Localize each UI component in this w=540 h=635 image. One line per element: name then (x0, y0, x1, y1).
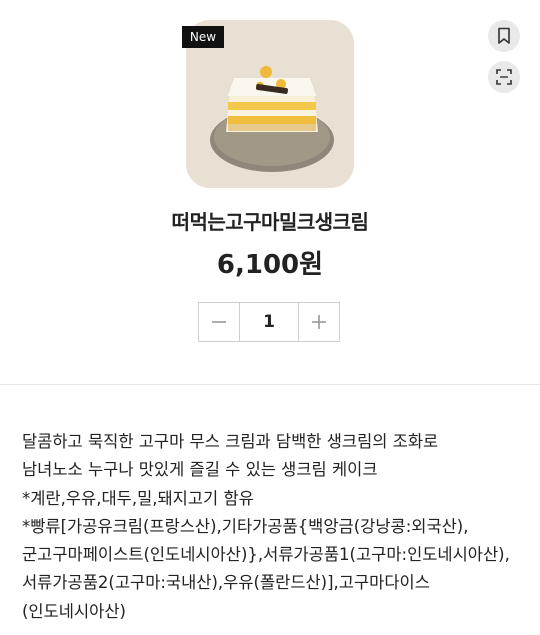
quantity-value[interactable]: 1 (239, 303, 299, 341)
product-title: 떠먹는고구마밀크생크림 (171, 210, 369, 234)
product-description: 달콤하고 묵직한 고구마 무스 크림과 담백한 생크림의 조화로 남녀노소 누구… (22, 428, 522, 626)
description-line: (인도네시아산) (22, 601, 126, 621)
plus-icon (312, 315, 326, 329)
description-line: *계란,우유,대두,밀,돼지고기 함유 (22, 488, 254, 508)
product-price: 6,100원 (216, 250, 324, 280)
description-line: 서류가공품2(고구마:국내산),우유(폴란드산)],고구마다이스 (22, 573, 430, 593)
section-divider (0, 384, 540, 385)
bookmark-icon (498, 27, 510, 44)
minus-icon (212, 321, 226, 323)
description-line: 군고구마페이스트(인도네시아산)},서류가공품1(고구마:인도네시아산), (22, 545, 510, 565)
bookmark-button[interactable] (488, 20, 520, 52)
new-badge: New (182, 26, 224, 48)
decrease-button[interactable] (199, 303, 239, 341)
fullscreen-icon (496, 69, 512, 85)
description-line: 달콤하고 묵직한 고구마 무스 크림과 담백한 생크림의 조화로 (22, 432, 439, 451)
description-line: *빵류[가공유크림(프랑스산),기타가공품{백앙금(강낭콩:외국산), (22, 516, 469, 536)
quantity-stepper: 1 (198, 302, 340, 342)
description-line: 남녀노소 누구나 맛있게 즐길 수 있는 생크림 케이크 (22, 460, 378, 480)
fullscreen-button[interactable] (488, 61, 520, 93)
increase-button[interactable] (299, 303, 339, 341)
